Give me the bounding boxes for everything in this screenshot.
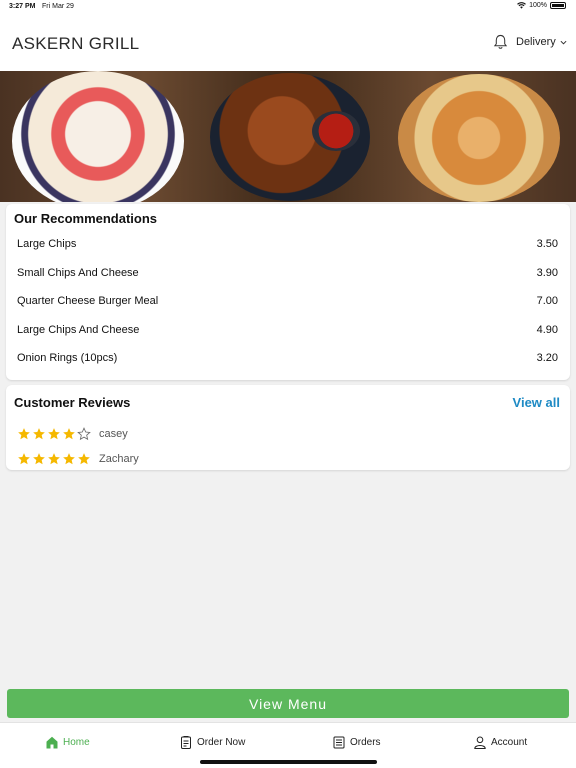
star-filled-icon [63,428,75,440]
app-header: ASKERN GRILL Delivery [0,14,576,71]
status-bar: 3:27 PM Fri Mar 29 100% [0,0,576,14]
star-filled-icon [78,453,90,465]
recommendation-item[interactable]: Large Chips And Cheese 4.90 [17,320,558,340]
reviewer-name: Zachary [99,453,139,465]
tab-account[interactable]: Account [474,736,527,749]
hero-banner [0,71,576,202]
recommendation-item[interactable]: Large Chips 3.50 [17,234,558,254]
wifi-icon [517,2,526,9]
star-rating [17,452,91,466]
battery-percent: 100% [529,2,547,9]
item-name: Onion Rings (10pcs) [17,352,118,364]
tab-label: Order Now [197,737,246,748]
reviewer-name: casey [99,428,128,440]
pizza-image [398,74,560,202]
recommendation-item[interactable]: Small Chips And Cheese 3.90 [17,263,558,283]
star-empty-icon [77,427,91,441]
restaurant-title: ASKERN GRILL [12,34,140,53]
battery-icon [550,2,566,9]
review-item[interactable]: casey [17,426,128,442]
recommendations-card: Our Recommendations Large Chips 3.50 Sma… [6,204,570,380]
item-name: Large Chips [17,238,77,250]
chevron-down-icon [560,40,567,45]
tab-order-now[interactable]: Order Now [180,736,245,749]
star-filled-icon [63,453,75,465]
tab-label: Home [63,737,90,748]
item-price: 3.90 [536,267,558,279]
item-price: 4.90 [536,324,558,336]
reviews-title: Customer Reviews [14,395,131,410]
item-name: Large Chips And Cheese [17,324,140,336]
review-item[interactable]: Zachary [17,451,139,467]
recommendation-item[interactable]: Onion Rings (10pcs) 3.20 [17,348,558,368]
status-date: Fri Mar 29 [42,3,74,10]
bell-icon[interactable] [493,34,508,50]
star-filled-icon [33,453,45,465]
recommendation-item[interactable]: Quarter Cheese Burger Meal 7.00 [17,291,558,311]
delivery-label: Delivery [516,36,556,48]
tab-label: Orders [350,737,381,748]
star-filled-icon [18,428,30,440]
item-name: Small Chips And Cheese [17,267,139,279]
star-filled-icon [33,428,45,440]
status-right: 100% [517,2,566,9]
tab-orders[interactable]: Orders [333,736,381,749]
order-icon [181,736,191,749]
sauce-image [312,111,360,151]
tab-label: Account [491,737,528,748]
delivery-selector[interactable]: Delivery [516,36,567,48]
item-price: 7.00 [536,295,558,307]
item-price: 3.20 [536,352,558,364]
star-rating [17,427,91,441]
item-price: 3.50 [536,238,558,250]
home-indicator [200,760,377,764]
star-filled-icon [48,453,60,465]
receipt-icon [333,736,345,749]
reviews-card: Customer Reviews View all casey Zachary [6,385,570,470]
recommendations-title: Our Recommendations [14,211,158,226]
tab-home[interactable]: Home [46,736,90,749]
star-filled-icon [18,453,30,465]
view-all-link[interactable]: View all [513,395,560,410]
status-time: 3:27 PM [9,3,36,10]
user-icon [474,736,486,749]
dessert-image [12,71,184,202]
home-icon [46,736,58,749]
star-filled-icon [48,428,60,440]
item-name: Quarter Cheese Burger Meal [17,295,159,307]
view-menu-button[interactable]: View Menu [7,689,569,718]
